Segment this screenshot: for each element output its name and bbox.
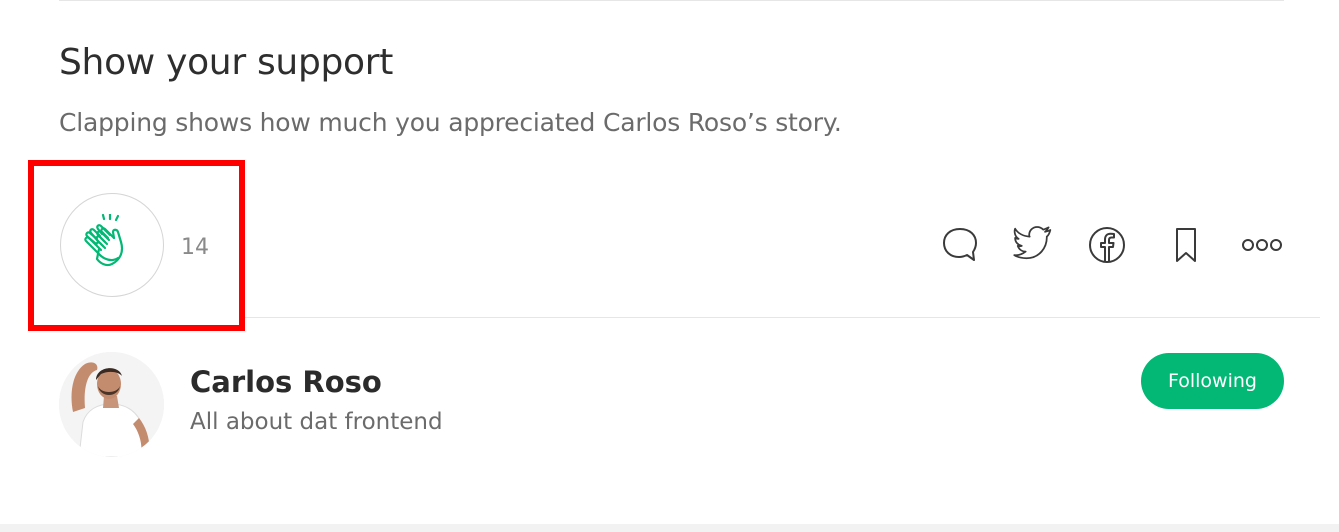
comment-button[interactable] bbox=[938, 225, 982, 269]
following-button[interactable]: Following bbox=[1141, 353, 1284, 409]
section-divider bbox=[245, 317, 1320, 318]
more-icon bbox=[1240, 235, 1284, 259]
twitter-icon bbox=[1013, 225, 1055, 269]
bookmark-button[interactable] bbox=[1164, 225, 1208, 269]
share-twitter-button[interactable] bbox=[1012, 225, 1056, 269]
more-options-button[interactable] bbox=[1240, 225, 1284, 269]
support-heading: Show your support bbox=[59, 42, 394, 83]
comment-icon bbox=[940, 225, 980, 269]
author-avatar[interactable] bbox=[59, 352, 164, 457]
bookmark-icon bbox=[1170, 225, 1202, 269]
clap-icon bbox=[84, 213, 140, 276]
support-subheading: Clapping shows how much you appreciated … bbox=[59, 108, 842, 137]
author-bio: All about dat frontend bbox=[190, 409, 443, 435]
share-facebook-button[interactable] bbox=[1085, 225, 1129, 269]
clap-button[interactable] bbox=[60, 193, 164, 297]
facebook-icon bbox=[1087, 225, 1127, 269]
author-name[interactable]: Carlos Roso bbox=[190, 365, 382, 399]
bottom-band bbox=[0, 524, 1339, 532]
clap-count: 14 bbox=[181, 235, 209, 260]
top-divider bbox=[59, 0, 1284, 1]
